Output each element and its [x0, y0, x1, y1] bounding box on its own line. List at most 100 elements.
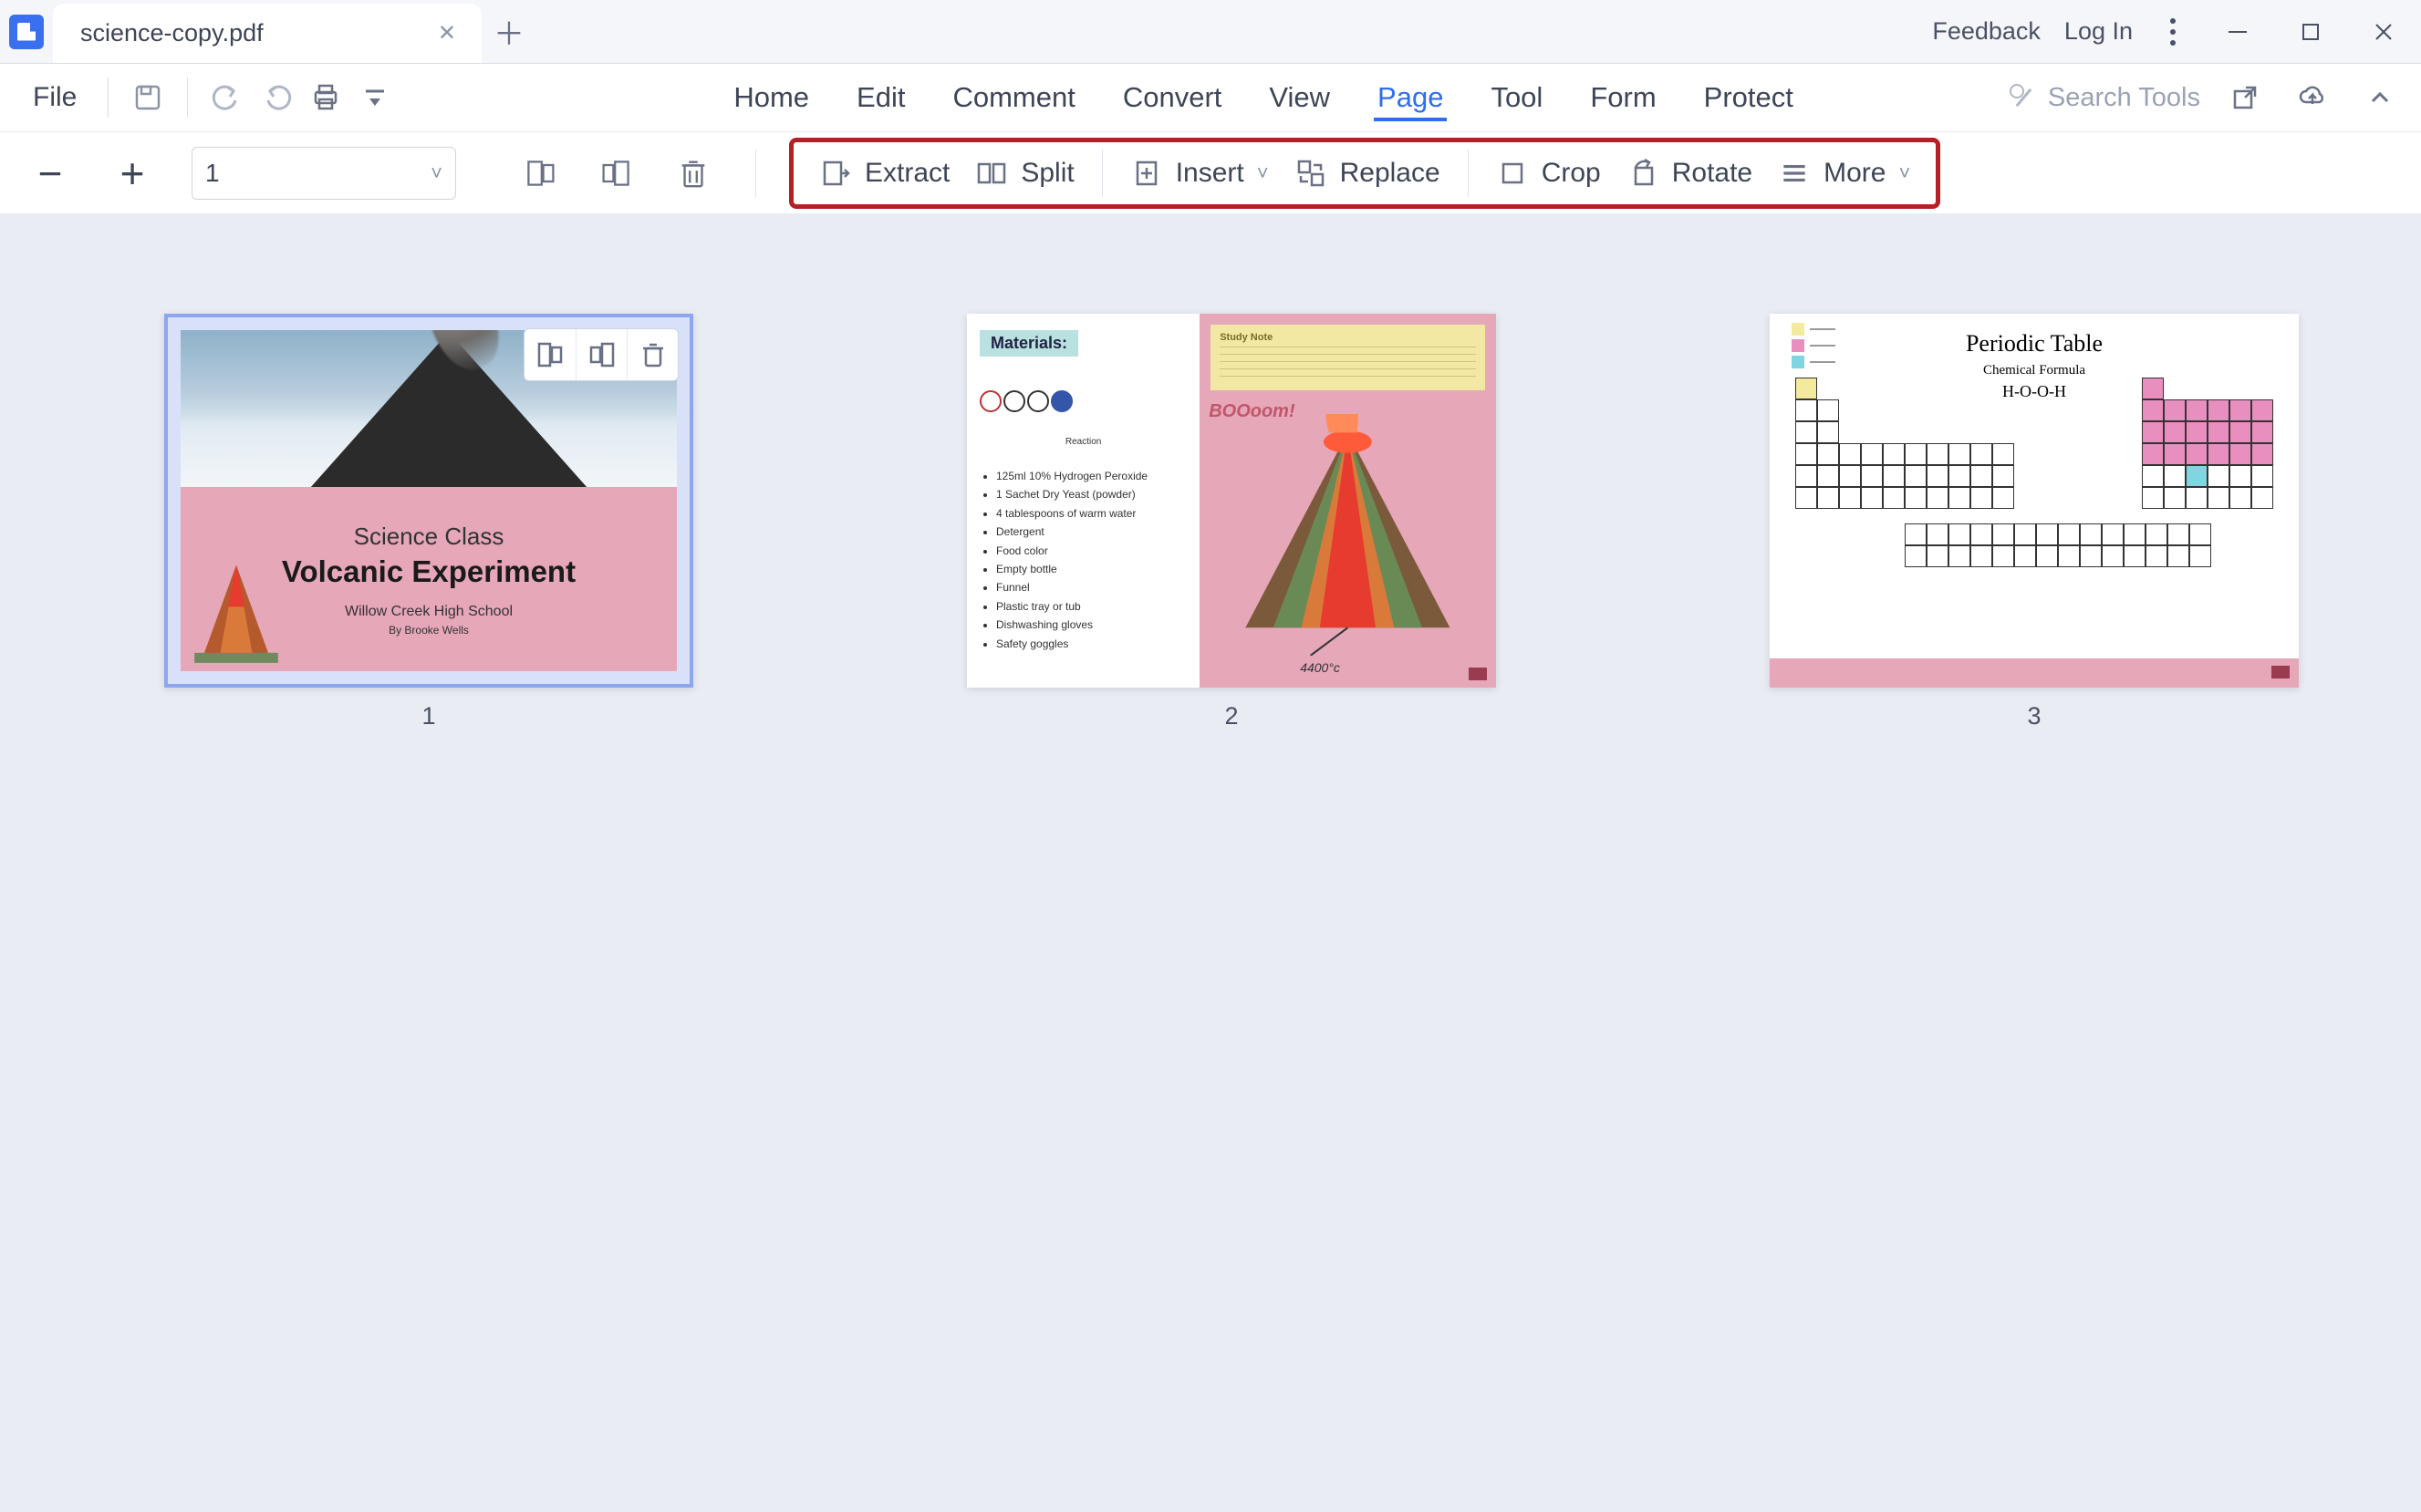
slide1-subtitle: Willow Creek High School — [345, 604, 513, 620]
thumb-delete-icon[interactable] — [627, 329, 678, 380]
thumb-insert-right-icon[interactable] — [576, 329, 627, 380]
zoom-value: 1 — [205, 159, 220, 188]
new-tab-button[interactable]: ＋ — [482, 0, 536, 63]
delete-page-icon[interactable] — [664, 150, 722, 197]
split-button[interactable]: Split — [962, 150, 1086, 197]
menu-comment[interactable]: Comment — [949, 74, 1078, 121]
list-item: 4 tablespoons of warm water — [996, 504, 1187, 523]
page-thumbnail-2[interactable]: Materials: Reaction 125ml 10% Hydrogen P… — [967, 314, 1496, 688]
replace-label: Replace — [1340, 158, 1440, 189]
sticky-note: Study Note — [1210, 325, 1485, 390]
page-number-3: 3 — [2027, 702, 2041, 730]
slide3-body: Periodic Table Chemical Formula H-O-O-H — [1770, 314, 2299, 658]
login-link[interactable]: Log In — [2064, 17, 2133, 46]
slide1-title1: Science Class — [354, 523, 504, 551]
page-thumbnail-1[interactable]: Science Class Volcanic Experiment Willow… — [164, 314, 693, 688]
slide3-content: Periodic Table Chemical Formula H-O-O-H — [1770, 314, 2299, 688]
legend-icon — [1792, 323, 1835, 368]
page-marker-icon — [1469, 668, 1487, 680]
separator — [755, 150, 756, 197]
open-external-icon[interactable] — [2222, 75, 2268, 120]
menubar-right: Search Tools — [2010, 75, 2403, 120]
zoom-controls: − + 1 ˅ — [27, 147, 456, 200]
slide3-subtitle: Chemical Formula — [1792, 363, 2277, 378]
cloud-upload-icon[interactable] — [2290, 75, 2335, 120]
reaction-label: Reaction — [980, 437, 1187, 447]
crop-button[interactable]: Crop — [1483, 150, 1614, 197]
menu-view[interactable]: View — [1265, 74, 1334, 121]
slide2-left: Materials: Reaction 125ml 10% Hydrogen P… — [967, 314, 1200, 688]
window-maximize-icon[interactable] — [2286, 7, 2335, 57]
feedback-link[interactable]: Feedback — [1932, 17, 2041, 46]
page-thumbnail-3[interactable]: Periodic Table Chemical Formula H-O-O-H — [1770, 314, 2299, 688]
menu-convert[interactable]: Convert — [1119, 74, 1226, 121]
app-logo — [0, 0, 53, 63]
slide1-content: Science Class Volcanic Experiment Willow… — [181, 330, 677, 671]
search-placeholder: Search Tools — [2048, 83, 2200, 113]
insert-label: Insert — [1176, 158, 1244, 189]
list-item: Funnel — [996, 578, 1187, 596]
menubar: File Home Edit Comment Convert View Page… — [0, 64, 2421, 131]
slide1-text: Science Class Volcanic Experiment Willow… — [181, 487, 677, 671]
insert-button[interactable]: Insert ˅ — [1117, 150, 1282, 197]
page-thumbnails: Science Class Volcanic Experiment Willow… — [0, 213, 2421, 730]
rotate-button[interactable]: Rotate — [1614, 150, 1765, 197]
extract-button[interactable]: Extract — [806, 150, 962, 197]
titlebar-right: Feedback Log In — [1932, 0, 2421, 63]
quick-access-dropdown-icon[interactable] — [352, 75, 398, 120]
menu-tool[interactable]: Tool — [1487, 74, 1546, 121]
thumb-hover-controls — [524, 328, 679, 381]
search-tools[interactable]: Search Tools — [2010, 83, 2200, 113]
insert-page-right-icon[interactable] — [587, 150, 646, 197]
temp-label: 4400°c — [1300, 660, 1340, 675]
zoom-out-icon[interactable]: − — [27, 150, 73, 196]
list-item: Food color — [996, 542, 1187, 560]
thumb-wrap-1: Science Class Volcanic Experiment Willow… — [164, 314, 693, 730]
print-icon[interactable] — [303, 75, 348, 120]
menu-page[interactable]: Page — [1374, 74, 1447, 121]
slide3-title: Periodic Table — [1792, 330, 2277, 357]
chevron-down-icon: ˅ — [1257, 161, 1269, 185]
file-menu[interactable]: File — [18, 77, 91, 119]
list-item: Dishwashing gloves — [996, 616, 1187, 634]
page-toolbar: − + 1 ˅ Extract Split Insert ˅ — [0, 131, 2421, 213]
volcano-cutaway-icon — [1227, 414, 1469, 656]
tab-title: science-copy.pdf — [80, 19, 264, 47]
zoom-select[interactable]: 1 ˅ — [192, 147, 456, 200]
extract-label: Extract — [865, 158, 950, 189]
window-close-icon[interactable] — [2359, 7, 2408, 57]
thumb-insert-left-icon[interactable] — [525, 329, 576, 380]
list-item: Plastic tray or tub — [996, 597, 1187, 616]
zoom-in-icon[interactable]: + — [109, 150, 155, 196]
more-label: More — [1824, 158, 1886, 189]
materials-list: 125ml 10% Hydrogen Peroxide 1 Sachet Dry… — [980, 467, 1187, 653]
save-icon[interactable] — [125, 75, 171, 120]
insert-page-left-icon[interactable] — [511, 150, 569, 197]
more-button[interactable]: More ˅ — [1765, 150, 1923, 197]
page-number-1: 1 — [421, 702, 435, 730]
molecules-illustration — [980, 369, 1187, 433]
redo-icon[interactable] — [254, 75, 299, 120]
kebab-menu-icon[interactable] — [2156, 18, 2189, 46]
separator — [108, 78, 109, 118]
slide1-title2: Volcanic Experiment — [282, 554, 576, 589]
menu-home[interactable]: Home — [730, 74, 813, 121]
collapse-ribbon-icon[interactable] — [2357, 75, 2403, 120]
undo-icon[interactable] — [204, 75, 250, 120]
page-number-2: 2 — [1224, 702, 1238, 730]
highlighted-page-tools: Extract Split Insert ˅ Replace Crop Rota… — [789, 138, 1940, 209]
menu-edit[interactable]: Edit — [853, 74, 909, 121]
window-minimize-icon[interactable] — [2213, 7, 2262, 57]
list-item: Detergent — [996, 523, 1187, 541]
close-tab-icon[interactable]: ✕ — [429, 16, 465, 50]
list-item: Safety goggles — [996, 635, 1187, 653]
rotate-label: Rotate — [1672, 158, 1752, 189]
separator — [1102, 150, 1103, 197]
replace-button[interactable]: Replace — [1282, 150, 1453, 197]
separator — [187, 78, 188, 118]
menu-protect[interactable]: Protect — [1700, 74, 1797, 121]
document-tab[interactable]: science-copy.pdf ✕ — [53, 4, 482, 63]
split-label: Split — [1021, 158, 1074, 189]
thumb-wrap-3: Periodic Table Chemical Formula H-O-O-H — [1770, 314, 2299, 730]
menu-form[interactable]: Form — [1586, 74, 1659, 121]
